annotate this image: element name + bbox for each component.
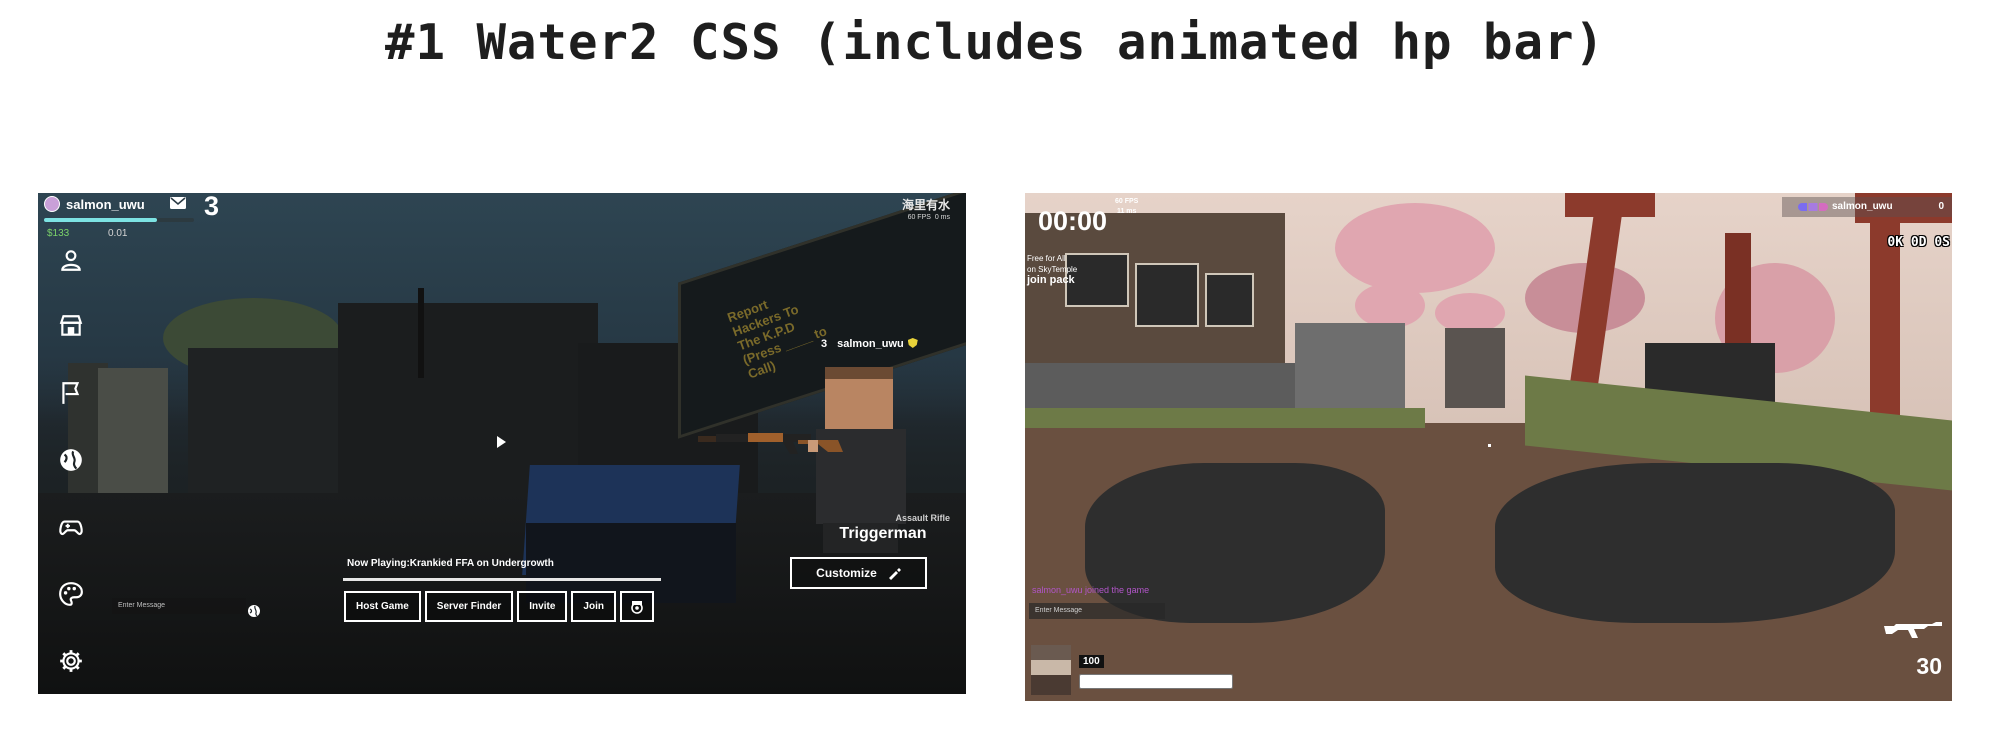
scene-cherry-tree: [1335, 203, 1495, 293]
store-icon[interactable]: [55, 310, 87, 342]
now-playing-divider: [343, 578, 661, 581]
ping-value: 0 ms: [934, 214, 950, 221]
player-avatar: [1031, 645, 1071, 695]
menu-screenshot: Report Hackers To The K.P.D (Press ____ …: [38, 193, 966, 694]
crosshair: [1488, 444, 1491, 447]
match-timer: 00:00: [1038, 206, 1108, 236]
host-game-button[interactable]: Host Game: [344, 591, 421, 622]
game-mode-info: Free for All on SkyTemple join pack: [1027, 253, 1077, 286]
spectate-icon: [631, 600, 643, 614]
scene-cherry-tree: [1435, 293, 1505, 333]
assault-rifle-icon: [1884, 622, 1942, 638]
xp-fill: [44, 218, 157, 222]
kr-count: 0.01: [108, 228, 128, 239]
mail-icon[interactable]: [170, 197, 186, 209]
fps-ping: 60 FPS 0 ms: [908, 214, 950, 221]
gamepad-icon[interactable]: [55, 511, 87, 543]
weapon-name: Triggerman: [839, 525, 927, 542]
fps-value: 60 FPS: [1115, 198, 1139, 205]
mode-name: Free for All: [1027, 254, 1066, 263]
weapon-class: Assault Rifle: [895, 513, 950, 523]
invite-button[interactable]: Invite: [517, 591, 568, 622]
user-info[interactable]: salmon_uwu: [44, 196, 145, 212]
brush-icon: [888, 568, 901, 580]
flag-icon[interactable]: [55, 377, 87, 409]
nameplate-level: 3: [821, 338, 828, 350]
scene-shadow: [1085, 463, 1385, 623]
play-icon[interactable]: [497, 436, 506, 448]
profile-icon[interactable]: [55, 244, 87, 276]
join-button[interactable]: Join: [571, 591, 616, 622]
spectate-button[interactable]: [619, 591, 654, 622]
money-count: $133: [47, 228, 70, 239]
ping-value: 11 ms: [1116, 208, 1137, 215]
kill-feed: salmon_uwu joined the game: [1032, 585, 1150, 595]
menu-button-row: Host Game Server Finder Invite Join: [344, 591, 654, 622]
chat-input[interactable]: Enter Message: [1029, 603, 1165, 619]
hp-bar: [1079, 674, 1233, 689]
now-playing: Now Playing:Krankied FFA on Undergrowth: [347, 558, 554, 569]
scene-grass: [1025, 408, 1425, 428]
fps-ping: 60 FPS 11 ms: [1115, 197, 1138, 217]
customize-label: Customize: [816, 566, 877, 580]
character-head: [825, 367, 893, 434]
nameplate-name: salmon_uwu: [837, 338, 904, 350]
username: salmon_uwu: [66, 196, 145, 212]
leaderboard-name: salmon_uwu: [1832, 201, 1893, 212]
scene-cherry-tree: [1355, 283, 1425, 328]
verified-shield-icon: [907, 338, 918, 348]
leaderboard-row: salmon_uwu 0: [1782, 197, 1952, 217]
player-level: 3: [204, 193, 220, 221]
house-window: [1135, 263, 1199, 327]
house-window: [1205, 273, 1254, 327]
game-screenshot: 00:00 60 FPS 11 ms Free for All on SkyTe…: [1025, 193, 1952, 701]
join-pack: join pack: [1027, 274, 1075, 286]
scene-pole: [418, 288, 424, 378]
region-name: 海里有水: [901, 198, 950, 212]
kill-death-stats: 0K 0D 0S: [1887, 235, 1950, 250]
palette-icon[interactable]: [55, 578, 87, 610]
xp-bar: [44, 218, 194, 222]
scene-shadow: [1495, 463, 1895, 623]
scene-building: [1445, 328, 1505, 408]
settings-icon[interactable]: [55, 645, 87, 677]
ammo-count: 30: [1916, 653, 1942, 679]
avatar[interactable]: [44, 196, 60, 212]
badge-icons: [1798, 203, 1828, 211]
rifle-icon: [698, 433, 843, 454]
scene-building: [1295, 323, 1405, 413]
page-title: #1 Water2 CSS (includes animated hp bar): [384, 14, 1606, 71]
fps-value: 60 FPS: [907, 214, 931, 221]
hp-fill: [1080, 675, 1232, 688]
player-nameplate: 3 salmon_uwu: [821, 338, 918, 350]
leaderboard-score: 0: [1938, 201, 1944, 212]
customize-button[interactable]: Customize: [790, 557, 927, 589]
chat-input[interactable]: Enter Message: [112, 598, 246, 614]
hp-value: 100: [1079, 655, 1104, 668]
chat-globe-icon[interactable]: [247, 604, 261, 618]
server-finder-button[interactable]: Server Finder: [424, 591, 514, 622]
globe-icon[interactable]: [55, 444, 87, 476]
